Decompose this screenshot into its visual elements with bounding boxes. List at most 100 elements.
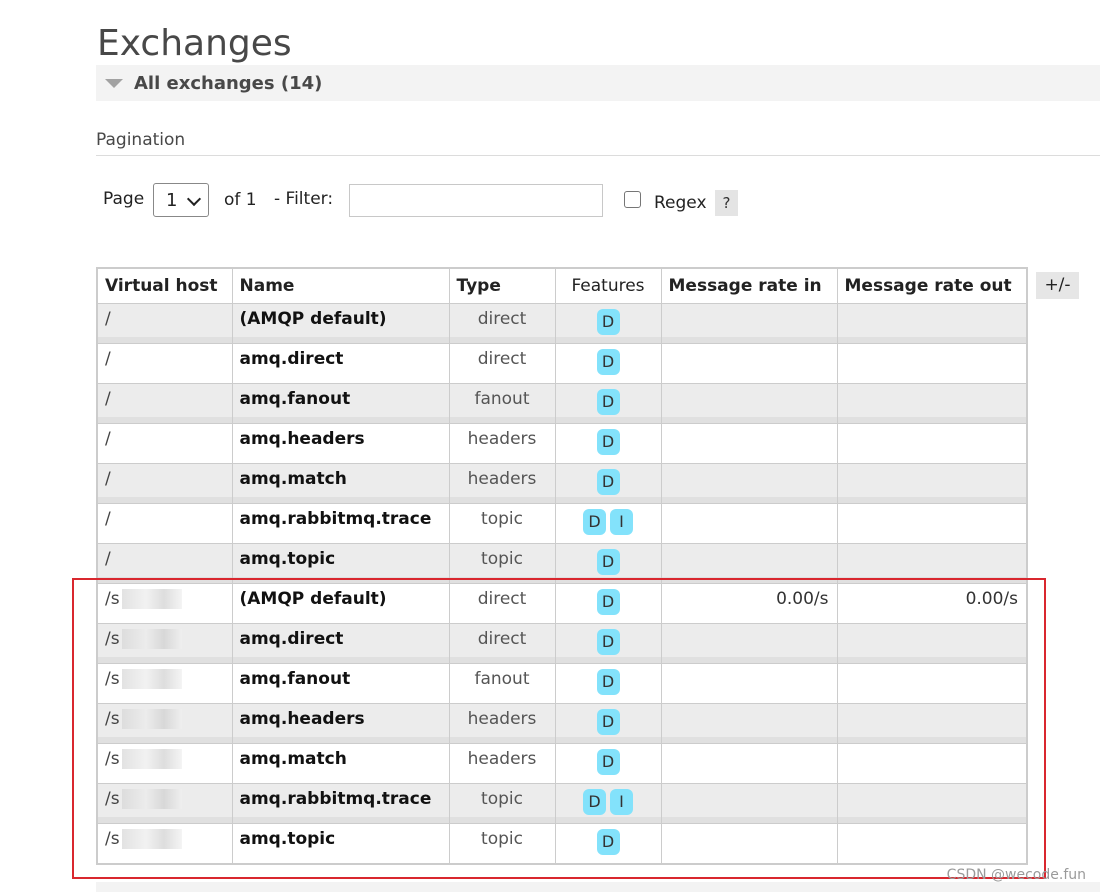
message-rate-in [660, 503, 838, 544]
regex-checkbox[interactable] [624, 191, 641, 208]
table-body: / (AMQP default) direct D / amq.direct direct D… [96, 303, 1028, 865]
table-row: /s amq.fanout fanout D [96, 663, 1028, 704]
durable-badge: D [583, 509, 606, 535]
regex-help-button[interactable]: ? [715, 190, 738, 216]
durable-badge: D [596, 589, 620, 615]
exchange-type: topic [448, 503, 556, 544]
redacted-blur [121, 669, 182, 689]
table-row: / amq.direct direct D [96, 343, 1028, 384]
message-rate-out [836, 423, 1028, 464]
features-cell: D [554, 663, 662, 704]
vhost-cell: / [96, 463, 233, 504]
vhost-text: /s [105, 749, 120, 769]
exchange-name-link[interactable]: amq.match [231, 463, 450, 504]
message-rate-out [836, 743, 1028, 784]
message-rate-out [836, 463, 1028, 504]
column-header-name[interactable]: Name [231, 267, 450, 304]
redacted-blur [121, 709, 182, 729]
vhost-cell: / [96, 503, 233, 544]
message-rate-in [660, 463, 838, 504]
pagination-controls: Page 1 of 1 - Filter: Regex ? [103, 183, 763, 219]
exchange-name-link[interactable]: amq.fanout [231, 663, 450, 704]
redacted-blur [121, 589, 182, 609]
durable-badge: D [596, 709, 620, 735]
vhost-text: /s [105, 829, 120, 849]
durable-badge: D [596, 469, 620, 495]
exchanges-table: Virtual host Name Type Features Message … [96, 267, 1028, 865]
page-select[interactable]: 1 [153, 183, 209, 217]
vhost-text: / [105, 469, 111, 489]
message-rate-in [660, 423, 838, 464]
vhost-cell: /s [96, 663, 233, 704]
vhost-cell: /s [96, 743, 233, 784]
exchange-type: headers [448, 463, 556, 504]
message-rate-in [660, 663, 838, 704]
column-header-message-rate-in[interactable]: Message rate in [660, 267, 838, 304]
exchange-name-link[interactable]: amq.rabbitmq.trace [231, 503, 450, 544]
features-cell: D [554, 383, 662, 424]
redacted-blur [121, 749, 182, 769]
message-rate-in [660, 783, 838, 824]
features-cell: D [554, 583, 662, 624]
page-count-label: of 1 [224, 190, 257, 210]
vhost-cell: /s [96, 703, 233, 744]
column-header-type[interactable]: Type [448, 267, 556, 304]
exchange-name-link[interactable]: amq.match [231, 743, 450, 784]
exchange-type: direct [448, 343, 556, 384]
durable-badge: D [596, 629, 620, 655]
exchange-type: headers [448, 423, 556, 464]
page-label: Page [103, 189, 145, 209]
features-cell: D [554, 543, 662, 584]
exchange-type: topic [448, 783, 556, 824]
column-header-message-rate-out[interactable]: Message rate out [836, 267, 1028, 304]
vhost-cell: /s [96, 623, 233, 664]
table-row: /s amq.direct direct D [96, 623, 1028, 664]
features-cell: D [554, 463, 662, 504]
exchange-type: headers [448, 703, 556, 744]
exchange-name-link[interactable]: amq.headers [231, 703, 450, 744]
durable-badge: D [596, 829, 620, 855]
toggle-columns-button[interactable]: +/- [1036, 272, 1079, 299]
vhost-cell: / [96, 423, 233, 464]
vhost-text: / [105, 549, 111, 569]
table-row: / amq.headers headers D [96, 423, 1028, 464]
redacted-blur [121, 629, 182, 649]
all-exchanges-toggle[interactable]: All exchanges (14) [96, 65, 1100, 101]
table-row: / amq.fanout fanout D [96, 383, 1028, 424]
exchange-type: headers [448, 743, 556, 784]
vhost-text: /s [105, 629, 120, 649]
page-title: Exchanges [97, 23, 292, 64]
column-header-features: Features [554, 267, 662, 304]
message-rate-in [660, 703, 838, 744]
features-cell: D [554, 823, 662, 865]
regex-label: Regex [654, 193, 707, 213]
exchange-type: direct [448, 623, 556, 664]
table-row: /s amq.rabbitmq.trace topic D I [96, 783, 1028, 824]
section-header-label: All exchanges (14) [134, 72, 323, 94]
exchange-name-link[interactable]: amq.headers [231, 423, 450, 464]
collapse-triangle-icon [105, 78, 123, 88]
vhost-text: /s [105, 589, 120, 609]
exchange-name-link[interactable]: (AMQP default) [231, 303, 450, 344]
vhost-text: /s [105, 709, 120, 729]
table-row: / (AMQP default) direct D [96, 303, 1028, 344]
exchange-name-link[interactable]: amq.direct [231, 343, 450, 384]
features-cell: D [554, 743, 662, 784]
vhost-text: / [105, 509, 111, 529]
exchange-type: fanout [448, 663, 556, 704]
filter-label: - Filter: [274, 189, 334, 209]
column-header-virtual-host[interactable]: Virtual host [96, 267, 233, 304]
exchange-name-link[interactable]: amq.topic [231, 543, 450, 584]
exchange-name-link[interactable]: amq.topic [231, 823, 450, 865]
table-row: /s amq.match headers D [96, 743, 1028, 784]
durable-badge: D [596, 429, 620, 455]
exchange-name-link[interactable]: amq.rabbitmq.trace [231, 783, 450, 824]
chevron-down-icon [186, 191, 202, 207]
table-row: /s (AMQP default) direct D 0.00/s 0.00/s [96, 583, 1028, 624]
exchange-name-link[interactable]: (AMQP default) [231, 583, 450, 624]
durable-badge: D [596, 749, 620, 775]
message-rate-out [836, 783, 1028, 824]
exchange-name-link[interactable]: amq.direct [231, 623, 450, 664]
filter-input[interactable] [349, 184, 603, 217]
exchange-name-link[interactable]: amq.fanout [231, 383, 450, 424]
